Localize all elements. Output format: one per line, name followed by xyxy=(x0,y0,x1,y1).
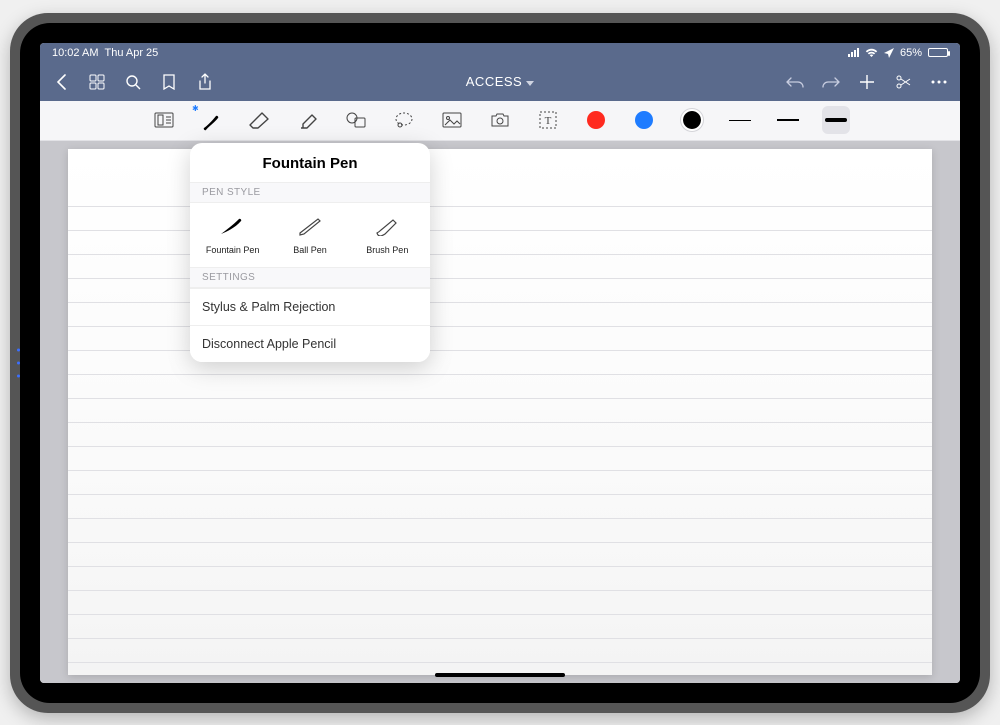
text-tool[interactable]: T xyxy=(534,106,562,134)
image-tool[interactable] xyxy=(438,106,466,134)
ipad-frame: 10:02 AM Thu Apr 25 65% xyxy=(10,13,990,713)
ball-pen-icon xyxy=(275,213,345,239)
more-icon[interactable] xyxy=(930,73,948,91)
battery-icon xyxy=(928,48,948,57)
add-button[interactable] xyxy=(858,73,876,91)
redo-button[interactable] xyxy=(822,73,840,91)
wifi-icon xyxy=(865,48,878,58)
document-title-button[interactable]: ACCESS xyxy=(466,74,534,89)
settings-section-label: SETTINGS xyxy=(190,267,430,288)
cellular-icon xyxy=(848,48,859,57)
eraser-tool[interactable] xyxy=(246,106,274,134)
pen-tool-popover: Fountain Pen PEN STYLE Fountain Pen Ball… xyxy=(190,143,430,362)
camera-tool[interactable] xyxy=(486,106,514,134)
shapes-tool[interactable] xyxy=(342,106,370,134)
back-button[interactable] xyxy=(52,73,70,91)
document-title: ACCESS xyxy=(466,74,522,89)
status-date: Thu Apr 25 xyxy=(104,47,158,59)
brush-pen-icon xyxy=(352,213,422,239)
color-red[interactable] xyxy=(582,106,610,134)
share-icon[interactable] xyxy=(196,73,214,91)
highlighter-tool[interactable] xyxy=(294,106,322,134)
pen-style-brush[interactable]: Brush Pen xyxy=(352,213,422,255)
battery-pct: 65% xyxy=(900,47,922,59)
status-bar: 10:02 AM Thu Apr 25 65% xyxy=(40,43,960,63)
pen-style-fountain-label: Fountain Pen xyxy=(198,245,268,255)
search-icon[interactable] xyxy=(124,73,142,91)
popover-title: Fountain Pen xyxy=(190,143,430,182)
svg-text:T: T xyxy=(545,115,552,127)
undo-button[interactable] xyxy=(786,73,804,91)
canvas-area[interactable] xyxy=(40,141,960,683)
pen-style-ball[interactable]: Ball Pen xyxy=(275,213,345,255)
disconnect-apple-pencil-row[interactable]: Disconnect Apple Pencil xyxy=(190,325,430,362)
pen-style-section-label: PEN STYLE xyxy=(190,182,430,203)
drawing-toolbar: ✱ xyxy=(40,101,960,141)
scissors-icon[interactable] xyxy=(894,73,912,91)
stroke-thin[interactable] xyxy=(726,106,754,134)
navigation-bar: ACCESS xyxy=(40,63,960,101)
screen: 10:02 AM Thu Apr 25 65% xyxy=(40,43,960,683)
lasso-tool[interactable] xyxy=(390,106,418,134)
ipad-bezel: 10:02 AM Thu Apr 25 65% xyxy=(20,23,980,703)
stroke-thick[interactable] xyxy=(822,106,850,134)
location-icon xyxy=(884,48,894,58)
stylus-palm-rejection-row[interactable]: Stylus & Palm Rejection xyxy=(190,288,430,325)
color-black[interactable] xyxy=(678,106,706,134)
read-mode-icon[interactable] xyxy=(150,106,178,134)
chevron-down-icon xyxy=(526,74,534,89)
grid-icon[interactable] xyxy=(88,73,106,91)
color-blue[interactable] xyxy=(630,106,658,134)
status-time: 10:02 AM xyxy=(52,47,98,59)
bluetooth-badge-icon: ✱ xyxy=(192,104,199,113)
pen-tool[interactable]: ✱ xyxy=(198,106,226,134)
fountain-pen-icon xyxy=(198,213,268,239)
stroke-medium[interactable] xyxy=(774,106,802,134)
pen-style-brush-label: Brush Pen xyxy=(352,245,422,255)
home-indicator[interactable] xyxy=(435,673,565,677)
bookmark-icon[interactable] xyxy=(160,73,178,91)
pen-style-ball-label: Ball Pen xyxy=(275,245,345,255)
pen-style-fountain[interactable]: Fountain Pen xyxy=(198,213,268,255)
